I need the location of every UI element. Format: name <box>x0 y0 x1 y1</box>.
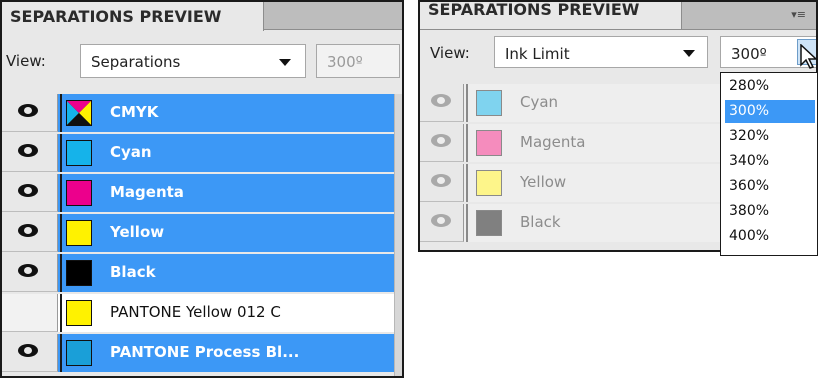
ink-limit-value: 300º <box>731 45 767 63</box>
row-divider <box>60 134 62 172</box>
row-divider <box>60 254 62 292</box>
eye-toggle[interactable] <box>2 334 58 372</box>
list-item[interactable]: Black <box>420 204 720 242</box>
yellow-swatch-icon <box>66 220 92 246</box>
eye-toggle[interactable] <box>2 94 58 132</box>
eye-toggle[interactable] <box>420 204 464 242</box>
row-label: PANTONE Yellow 012 C <box>110 303 281 321</box>
eye-toggle[interactable] <box>2 214 58 252</box>
cmyk-swatch-icon <box>66 100 92 126</box>
chevron-down-icon[interactable] <box>279 59 291 66</box>
row-divider <box>466 84 468 122</box>
eye-icon <box>431 214 451 227</box>
view-label: View: <box>6 52 46 70</box>
list-item[interactable]: Magenta <box>2 174 396 212</box>
yellow-swatch-icon <box>476 170 502 196</box>
panel-tab-title[interactable]: SEPARATIONS PREVIEW <box>420 2 682 29</box>
dropdown-option-320[interactable]: 320% <box>725 125 815 148</box>
eye-icon <box>18 184 38 197</box>
dropdown-option-340[interactable]: 340% <box>725 150 815 173</box>
eye-icon <box>431 94 451 107</box>
row-label: CMYK <box>110 103 159 121</box>
ink-limit-dropdown-list: 280% 300% 320% 340% 360% 380% 400% <box>720 72 818 256</box>
chevron-down-icon[interactable] <box>683 50 695 57</box>
eye-toggle[interactable] <box>420 84 464 122</box>
cyan-swatch-icon <box>66 140 92 166</box>
magenta-swatch-icon <box>66 180 92 206</box>
list-item[interactable]: PANTONE Process Bl... <box>2 334 396 372</box>
row-label: Black <box>110 263 156 281</box>
view-select[interactable]: Ink Limit <box>494 36 708 68</box>
row-divider <box>466 164 468 202</box>
eye-icon <box>431 174 451 187</box>
eye-toggle[interactable] <box>2 254 58 292</box>
eye-toggle[interactable] <box>2 294 58 332</box>
dropdown-option-400[interactable]: 400% <box>725 225 815 248</box>
magenta-swatch-icon <box>476 130 502 156</box>
eye-icon <box>18 104 38 117</box>
row-label: Cyan <box>110 143 152 161</box>
list-item[interactable]: Cyan <box>420 84 720 122</box>
row-label: PANTONE Process Bl... <box>110 343 300 361</box>
pantone-process-blue-swatch-icon <box>66 340 92 366</box>
dropdown-option-360[interactable]: 360% <box>725 175 815 198</box>
eye-toggle[interactable] <box>2 134 58 172</box>
row-divider <box>60 334 62 372</box>
panel-menu-icon[interactable]: ▾≡ <box>791 8 806 21</box>
row-divider <box>466 204 468 242</box>
ink-limit-value: 300º <box>327 53 363 71</box>
eye-icon <box>18 264 38 277</box>
list-item[interactable]: PANTONE Yellow 012 C <box>2 294 396 332</box>
eye-toggle[interactable] <box>2 174 58 212</box>
dropdown-option-300[interactable]: 300% <box>725 100 815 123</box>
view-select[interactable]: Separations <box>80 44 306 78</box>
list-item[interactable]: Cyan <box>2 134 396 172</box>
list-item[interactable]: CMYK <box>2 94 396 132</box>
eye-toggle[interactable] <box>420 124 464 162</box>
cyan-swatch-icon <box>476 90 502 116</box>
mouse-cursor-icon <box>800 44 818 69</box>
list-item[interactable]: Black <box>2 254 396 292</box>
separations-list: CMYK Cyan Magenta Yellow Black PANTONE Y… <box>2 94 402 376</box>
view-select-value: Ink Limit <box>505 45 570 63</box>
view-row: View: Ink Limit 300º <box>420 32 816 76</box>
row-label: Yellow <box>110 223 165 241</box>
row-label: Magenta <box>520 133 586 151</box>
row-divider <box>60 214 62 252</box>
view-row: View: Separations 300º <box>2 38 402 82</box>
row-divider <box>60 174 62 212</box>
black-swatch-icon <box>66 260 92 286</box>
row-label: Cyan <box>520 93 559 111</box>
row-label: Magenta <box>110 183 184 201</box>
panel-tab-bar: SEPARATIONS PREVIEW <box>2 2 402 31</box>
separations-preview-panel-left: SEPARATIONS PREVIEW View: Separations 30… <box>0 0 404 378</box>
row-divider <box>60 294 62 332</box>
view-select-value: Separations <box>91 53 181 71</box>
dropdown-option-280[interactable]: 280% <box>725 75 815 98</box>
panel-tab-bar: SEPARATIONS PREVIEW ▾≡ <box>420 2 816 30</box>
pantone-yellow-swatch-icon <box>66 300 92 326</box>
eye-icon <box>431 134 451 147</box>
list-scrollbar[interactable] <box>394 94 402 376</box>
list-item[interactable]: Magenta <box>420 124 720 162</box>
list-item[interactable]: Yellow <box>420 164 720 202</box>
ink-limit-select[interactable]: 300º <box>316 44 400 78</box>
view-label: View: <box>430 44 470 62</box>
eye-toggle[interactable] <box>420 164 464 202</box>
panel-tab-title[interactable]: SEPARATIONS PREVIEW <box>2 2 264 31</box>
list-item[interactable]: Yellow <box>2 214 396 252</box>
eye-icon <box>18 224 38 237</box>
black-swatch-icon <box>476 210 502 236</box>
row-divider <box>466 124 468 162</box>
row-divider <box>60 94 62 132</box>
row-label: Black <box>520 213 561 231</box>
dropdown-option-380[interactable]: 380% <box>725 200 815 223</box>
row-label: Yellow <box>520 173 567 191</box>
eye-icon <box>18 344 38 357</box>
eye-icon <box>18 144 38 157</box>
